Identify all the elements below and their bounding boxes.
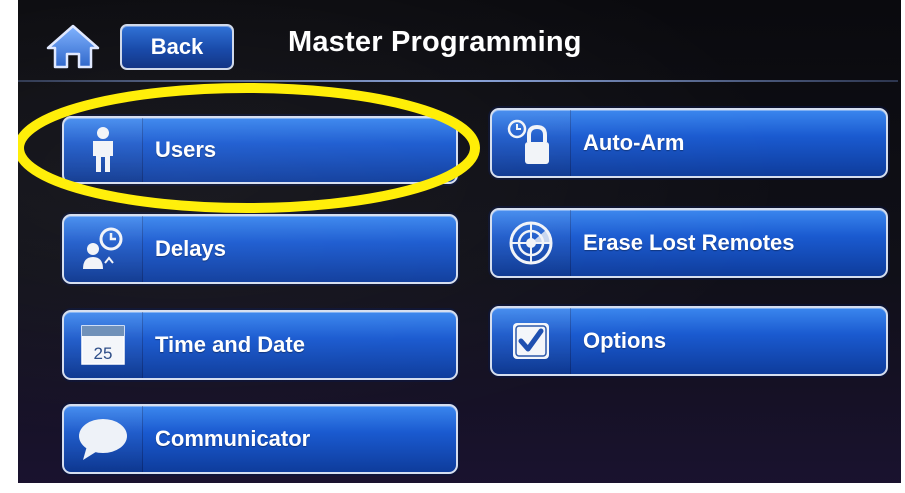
communicator-label: Communicator	[155, 426, 311, 451]
person-clock-icon	[83, 227, 123, 269]
home-button[interactable]	[44, 22, 102, 70]
calendar-day-text: 25	[94, 344, 113, 363]
radar-icon	[509, 221, 553, 265]
page-title: Master Programming	[288, 26, 582, 58]
auto-arm-label: Auto-Arm	[583, 130, 685, 155]
time-and-date-label: Time and Date	[155, 332, 305, 357]
home-icon	[46, 24, 100, 69]
person-icon	[93, 127, 113, 172]
speech-bubble-icon	[79, 419, 127, 460]
options-button[interactable]: Options	[490, 306, 888, 376]
back-button[interactable]: Back	[120, 24, 234, 70]
delays-label: Delays	[155, 236, 226, 261]
panel-screen: Back Master Programming Users Delays 25 …	[0, 0, 905, 493]
erase-lost-remotes-button[interactable]: Erase Lost Remotes	[490, 208, 888, 278]
auto-arm-button[interactable]: Auto-Arm	[490, 108, 888, 178]
checkbox-icon	[513, 323, 549, 359]
delays-button[interactable]: Delays	[62, 214, 458, 284]
users-button[interactable]: Users	[62, 116, 458, 184]
header-divider	[18, 80, 898, 82]
photo-border-right	[901, 0, 905, 493]
communicator-button[interactable]: Communicator	[62, 404, 458, 474]
back-button-label: Back	[150, 34, 204, 59]
options-label: Options	[583, 328, 667, 353]
calendar-icon: 25	[81, 325, 125, 365]
clock-lock-icon	[507, 119, 549, 164]
photo-border-bottom	[0, 483, 905, 493]
photo-border-left	[0, 0, 18, 493]
users-label: Users	[155, 137, 217, 162]
time-and-date-button[interactable]: 25 Time and Date	[62, 310, 458, 380]
erase-lost-remotes-label: Erase Lost Remotes	[583, 230, 795, 255]
